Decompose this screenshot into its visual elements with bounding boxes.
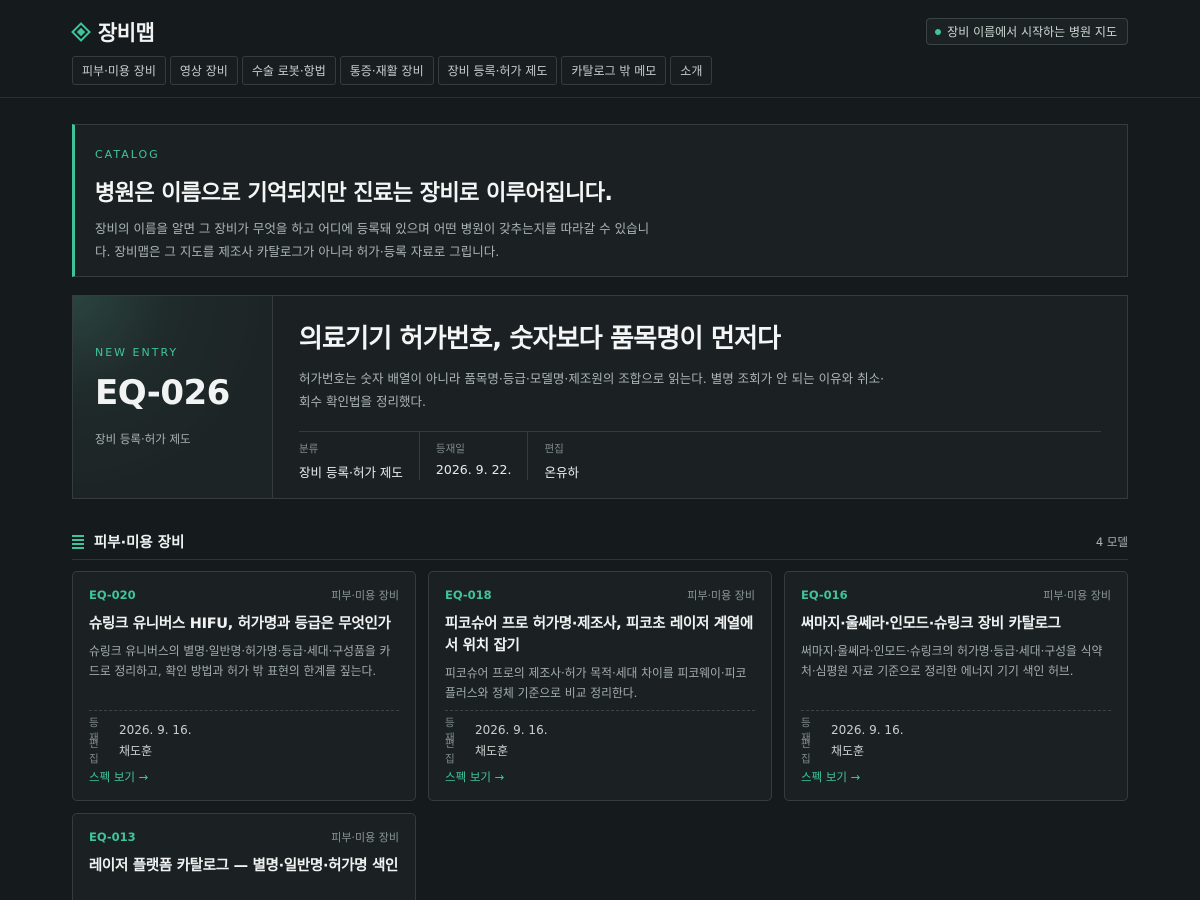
featured-badge-panel: NEW ENTRY EQ-026 장비 등록·허가 제도 <box>73 296 273 498</box>
card-title[interactable]: 써마지·울쎄라·인모드·슈링크 장비 카탈로그 <box>801 613 1111 635</box>
card-editor: 채도훈 <box>831 744 865 758</box>
card-date: 2026. 9. 16. <box>475 722 548 737</box>
card-meta-label: 편집 <box>89 737 99 765</box>
card-date: 2026. 9. 16. <box>119 722 192 737</box>
nav-item-pain-rehab[interactable]: 통증·재활 장비 <box>339 56 434 85</box>
nav-item-registration[interactable]: 장비 등록·허가 제도 <box>437 56 558 85</box>
nav-item-about[interactable]: 소개 <box>670 56 713 85</box>
tagline-text: 장비 이름에서 시작하는 병원 지도 <box>947 25 1117 39</box>
card-category: 피부·미용 장비 <box>687 589 755 602</box>
equipment-card[interactable]: EQ-013 피부·미용 장비 레이저 플랫폼 카탈로그 — 별명·일반명·허가… <box>72 813 416 900</box>
catalog-description: 장비의 이름을 알면 그 장비가 무엇을 하고 어디에 등록돼 있으며 어떤 병… <box>95 221 650 259</box>
catalog-title: 병원은 이름으로 기억되지만 진료는 장비로 이루어집니다. <box>95 181 613 206</box>
card-category: 피부·미용 장비 <box>1043 589 1111 602</box>
meta-label: 분류 <box>299 443 319 455</box>
equipment-card[interactable]: EQ-016 피부·미용 장비 써마지·울쎄라·인모드·슈링크 장비 카탈로그 … <box>784 571 1128 801</box>
card-editor: 채도훈 <box>119 744 153 758</box>
card-category: 피부·미용 장비 <box>331 831 399 844</box>
section-title-text: 피부·미용 장비 <box>94 535 185 551</box>
meta-category: 분류 장비 등록·허가 제도 <box>299 432 420 480</box>
list-bars-icon <box>72 534 84 549</box>
catalog-eyebrow: CATALOG <box>95 148 160 161</box>
card-summary: 써마지·울쎄라·인모드·슈링크의 허가명·등급·세대·구성을 식약처·심평원 자… <box>801 644 1103 678</box>
card-code: EQ-016 <box>801 588 848 602</box>
card-editor: 채도훈 <box>475 744 509 758</box>
card-code: EQ-020 <box>89 588 136 602</box>
spec-link[interactable]: 스펙 보기 → <box>445 769 504 785</box>
card-meta-label: 편집 <box>445 737 455 765</box>
tagline-badge: 장비 이름에서 시작하는 병원 지도 <box>926 18 1128 45</box>
meta-value: 2026. 9. 22. <box>435 462 512 477</box>
section-header: 피부·미용 장비 4 모델 <box>72 524 1128 560</box>
card-summary: 슈링크 유니버스의 별명·일반명·허가명·등급·세대·구성품을 카드로 정리하고… <box>89 644 391 678</box>
spec-link[interactable]: 스펙 보기 → <box>801 769 860 785</box>
card-summary: 피코슈어 프로의 제조사·허가 목적·세대 차이를 피코웨이·피코플러스와 정체… <box>445 666 747 700</box>
status-dot-icon <box>935 28 942 35</box>
featured-code: EQ-026 <box>95 373 230 413</box>
brand-name: 장비맵 <box>98 21 155 45</box>
nav-item-memo[interactable]: 카탈로그 밖 메모 <box>561 56 667 85</box>
diamond-icon <box>71 22 91 42</box>
equipment-card[interactable]: EQ-020 피부·미용 장비 슈링크 유니버스 HIFU, 허가명과 등급은 … <box>72 571 416 801</box>
card-title[interactable]: 슈링크 유니버스 HIFU, 허가명과 등급은 무엇인가 <box>89 613 399 635</box>
meta-editor: 편집 온유하 <box>544 432 595 480</box>
card-title[interactable]: 레이저 플랫폼 카탈로그 — 별명·일반명·허가명 색인 <box>89 855 399 877</box>
nav-item-surgical-robot[interactable]: 수술 로봇·항법 <box>241 56 336 85</box>
catalog-hero: CATALOG 병원은 이름으로 기억되지만 진료는 장비로 이루어집니다. 장… <box>72 124 1128 277</box>
meta-date: 등재일 2026. 9. 22. <box>436 432 529 480</box>
card-meta: 등재 2026. 9. 16. 편집 채도훈 <box>445 710 755 765</box>
featured-category: 장비 등록·허가 제도 <box>95 432 191 446</box>
featured-entry[interactable]: NEW ENTRY EQ-026 장비 등록·허가 제도 의료기기 허가번호, … <box>72 295 1128 499</box>
spec-link[interactable]: 스펙 보기 → <box>89 769 148 785</box>
section-count: 4 모델 <box>1095 534 1128 549</box>
card-code: EQ-018 <box>445 588 492 602</box>
card-code: EQ-013 <box>89 830 136 844</box>
card-meta: 등재 2026. 9. 16. 편집 채도훈 <box>89 710 399 765</box>
brand-logo[interactable]: 장비맵 <box>71 18 155 46</box>
main-nav: 피부·미용 장비 영상 장비 수술 로봇·항법 통증·재활 장비 장비 등록·허… <box>72 56 713 85</box>
meta-value: 장비 등록·허가 제도 <box>299 465 403 480</box>
featured-description: 허가번호는 숫자 배열이 아니라 품목명·등급·모델명·제조원의 조합으로 읽는… <box>299 371 885 409</box>
nav-item-imaging[interactable]: 영상 장비 <box>169 56 238 85</box>
featured-content: 의료기기 허가번호, 숫자보다 품목명이 먼저다 허가번호는 숫자 배열이 아니… <box>273 296 1127 498</box>
equipment-card[interactable]: EQ-018 피부·미용 장비 피코슈어 프로 허가명·제조사, 피코초 레이저… <box>428 571 772 801</box>
card-meta: 등재 2026. 9. 16. 편집 채도훈 <box>801 710 1111 765</box>
card-date: 2026. 9. 16. <box>831 722 904 737</box>
card-meta-label: 편집 <box>801 737 811 765</box>
section-title: 피부·미용 장비 <box>72 531 185 552</box>
card-category: 피부·미용 장비 <box>331 589 399 602</box>
featured-meta: 분류 장비 등록·허가 제도 등재일 2026. 9. 22. 편집 온유하 <box>299 431 1101 480</box>
meta-label: 등재일 <box>435 443 465 455</box>
nav-item-skin-beauty[interactable]: 피부·미용 장비 <box>72 56 166 85</box>
card-title[interactable]: 피코슈어 프로 허가명·제조사, 피코초 레이저 계열에서 위치 잡기 <box>445 613 755 657</box>
meta-label: 편집 <box>544 443 564 455</box>
featured-title[interactable]: 의료기기 허가번호, 숫자보다 품목명이 먼저다 <box>299 318 1101 355</box>
site-header: 장비맵 장비 이름에서 시작하는 병원 지도 피부·미용 장비 영상 장비 수술… <box>0 0 1200 98</box>
featured-eyebrow: NEW ENTRY <box>95 346 179 359</box>
meta-value: 온유하 <box>544 465 579 480</box>
